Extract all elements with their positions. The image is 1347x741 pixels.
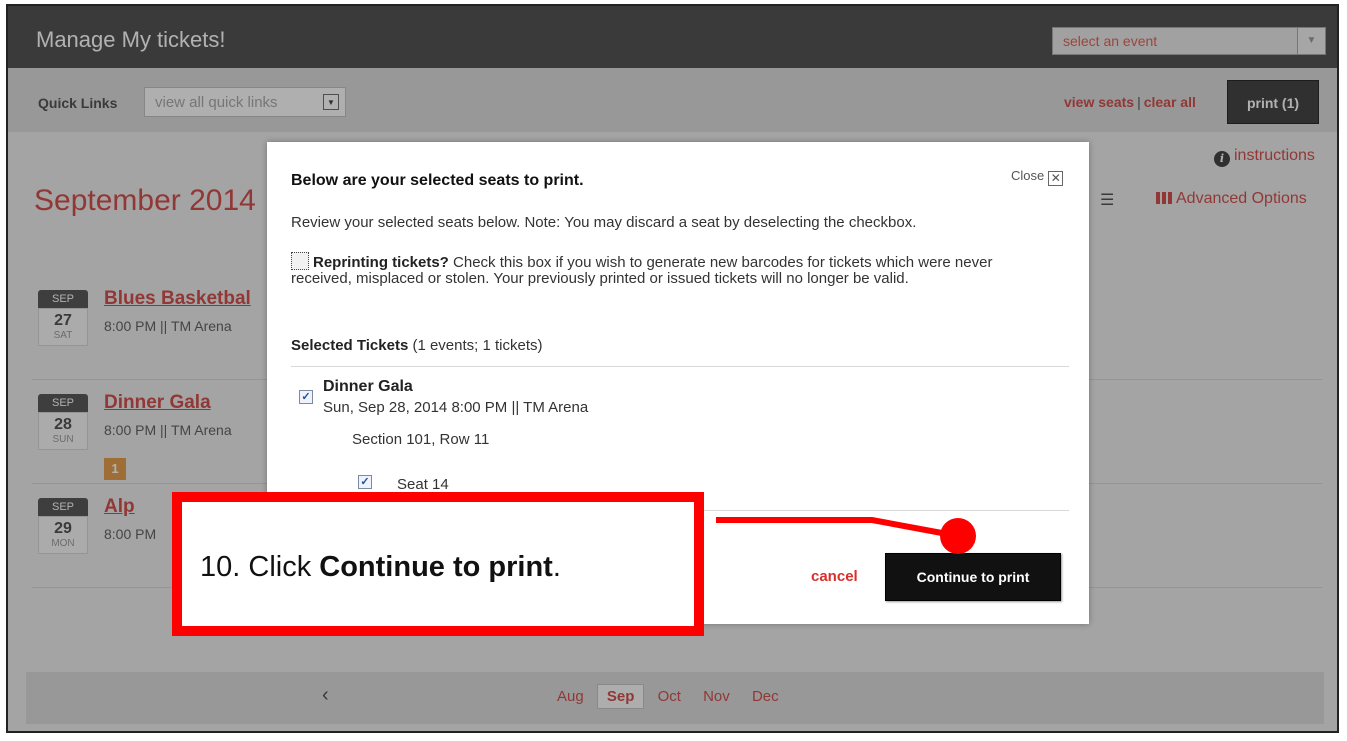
callout-suffix: . (552, 551, 561, 583)
instruction-callout: 10. Click Continue to print. (172, 492, 704, 636)
callout-pointer-dot (940, 518, 976, 554)
callout-pointer-line (716, 517, 959, 539)
callout-text: 10. Click Continue to print. (200, 551, 561, 584)
callout-prefix: 10. Click (200, 551, 320, 583)
callout-bold: Continue to print (319, 551, 553, 583)
